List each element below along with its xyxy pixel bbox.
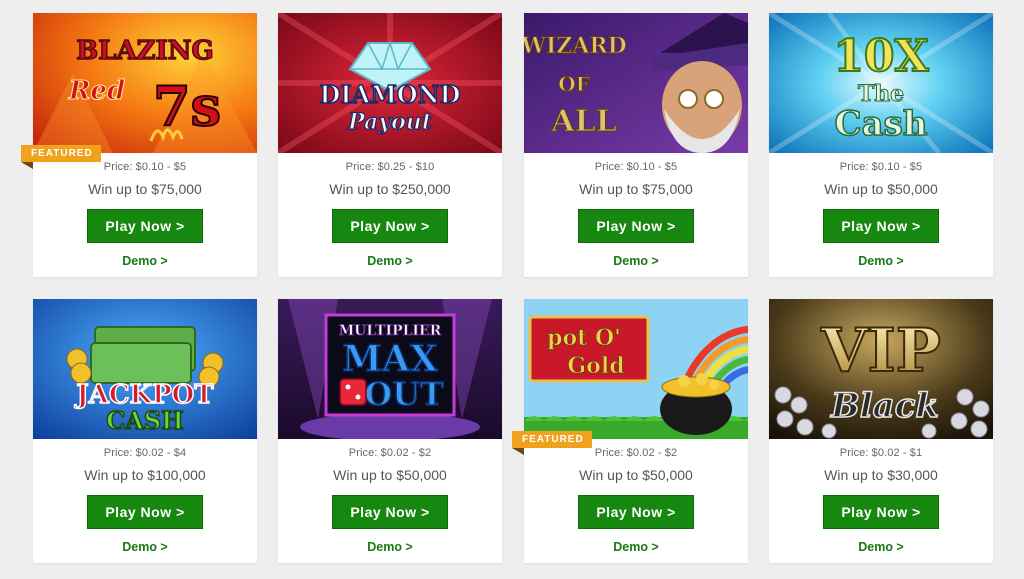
price-range: Price: $0.25 - $10 bbox=[345, 161, 435, 173]
game-thumbnail[interactable]: MULTIPLIER MAX OUT bbox=[278, 299, 502, 439]
price-range: Price: $0.02 - $2 bbox=[594, 447, 678, 459]
demo-link[interactable]: Demo > bbox=[524, 540, 748, 554]
demo-link[interactable]: Demo > bbox=[524, 254, 748, 268]
game-card-10x-the-cash[interactable]: 10X The Cash Price: $0.10 - $5 Win up to… bbox=[769, 13, 993, 277]
game-card-jackpot-cash[interactable]: JACKPOT CASH Price: $0.02 - $4 Win up to… bbox=[33, 299, 257, 563]
price-range: Price: $0.02 - $1 bbox=[839, 447, 923, 459]
play-now-button[interactable]: Play Now > bbox=[87, 209, 203, 243]
title-line1: MULTIPLIER bbox=[339, 323, 442, 339]
title-line3: 7s bbox=[153, 74, 221, 138]
price-range: Price: $0.10 - $5 bbox=[103, 161, 187, 173]
price-range: Price: $0.02 - $4 bbox=[103, 447, 187, 459]
title-line3: ALL bbox=[550, 104, 616, 139]
game-card-multiplier-max-out[interactable]: MULTIPLIER MAX OUT Price: $0.02 - $2 Win… bbox=[278, 299, 502, 563]
title-line2: Payout bbox=[347, 109, 432, 135]
title-line2: Red bbox=[68, 76, 125, 106]
play-now-button[interactable]: Play Now > bbox=[332, 209, 448, 243]
title-line2: Gold bbox=[567, 353, 624, 379]
demo-link[interactable]: Demo > bbox=[769, 540, 993, 554]
max-win: Win up to $30,000 bbox=[824, 467, 938, 483]
game-card-blazing-red-7s[interactable]: BLAZING Red 7s FEATURED Price: $0.10 - $… bbox=[21, 13, 257, 277]
title-line1: WIZARD bbox=[524, 33, 627, 59]
title-line1: BLAZING bbox=[76, 36, 214, 66]
game-card-pot-o-gold[interactable]: pot O' Gold FEATURED Price: $0.02 - $2 W… bbox=[512, 299, 748, 563]
play-now-button[interactable]: Play Now > bbox=[578, 209, 694, 243]
max-win: Win up to $75,000 bbox=[579, 181, 693, 197]
title-line3: OUT bbox=[364, 375, 444, 413]
game-thumbnail[interactable]: pot O' Gold bbox=[524, 299, 748, 439]
play-now-button[interactable]: Play Now > bbox=[87, 495, 203, 529]
title-line1: VIP bbox=[820, 316, 941, 386]
title-line3: Cash bbox=[835, 104, 928, 144]
max-win: Win up to $50,000 bbox=[824, 181, 938, 197]
play-now-button[interactable]: Play Now > bbox=[823, 209, 939, 243]
price-range: Price: $0.10 - $5 bbox=[594, 161, 678, 173]
game-thumbnail[interactable]: 10X The Cash bbox=[769, 13, 993, 153]
price-range: Price: $0.02 - $2 bbox=[348, 447, 432, 459]
demo-link[interactable]: Demo > bbox=[33, 540, 257, 554]
play-now-button[interactable]: Play Now > bbox=[332, 495, 448, 529]
game-thumbnail[interactable]: DIAMOND Payout bbox=[278, 13, 502, 153]
price-range: Price: $0.10 - $5 bbox=[839, 161, 923, 173]
game-grid: BLAZING Red 7s FEATURED Price: $0.10 - $… bbox=[0, 0, 1024, 579]
max-win: Win up to $50,000 bbox=[333, 467, 447, 483]
game-thumbnail[interactable]: WIZARD OF ALL bbox=[524, 13, 748, 153]
featured-badge: FEATURED bbox=[512, 431, 592, 455]
game-card-vip-black[interactable]: VIP Black Price: $0.02 - $1 Win up to $3… bbox=[769, 299, 993, 563]
game-thumbnail[interactable]: VIP Black bbox=[769, 299, 993, 439]
demo-link[interactable]: Demo > bbox=[33, 254, 257, 268]
title-line1: 10X bbox=[833, 31, 929, 82]
game-card-wizard-of-all[interactable]: WIZARD OF ALL Price: $0.10 - $5 Win up t… bbox=[524, 13, 748, 277]
game-thumbnail[interactable]: BLAZING Red 7s bbox=[33, 13, 257, 153]
title-line1: DIAMOND bbox=[320, 80, 461, 109]
max-win: Win up to $250,000 bbox=[329, 181, 451, 197]
demo-link[interactable]: Demo > bbox=[769, 254, 993, 268]
title-line1: pot O' bbox=[547, 325, 621, 351]
title-line2: MAX bbox=[342, 338, 438, 380]
featured-badge: FEATURED bbox=[21, 145, 101, 169]
max-win: Win up to $75,000 bbox=[88, 181, 202, 197]
max-win: Win up to $100,000 bbox=[84, 467, 206, 483]
demo-link[interactable]: Demo > bbox=[278, 540, 502, 554]
title-line2: CASH bbox=[106, 406, 184, 435]
game-thumbnail[interactable]: JACKPOT CASH bbox=[33, 299, 257, 439]
game-card-diamond-payout[interactable]: DIAMOND Payout Price: $0.25 - $10 Win up… bbox=[278, 13, 502, 277]
play-now-button[interactable]: Play Now > bbox=[578, 495, 694, 529]
play-now-button[interactable]: Play Now > bbox=[823, 495, 939, 529]
demo-link[interactable]: Demo > bbox=[278, 254, 502, 268]
title-line2: OF bbox=[558, 72, 590, 96]
max-win: Win up to $50,000 bbox=[579, 467, 693, 483]
title-line2: Black bbox=[830, 386, 939, 426]
